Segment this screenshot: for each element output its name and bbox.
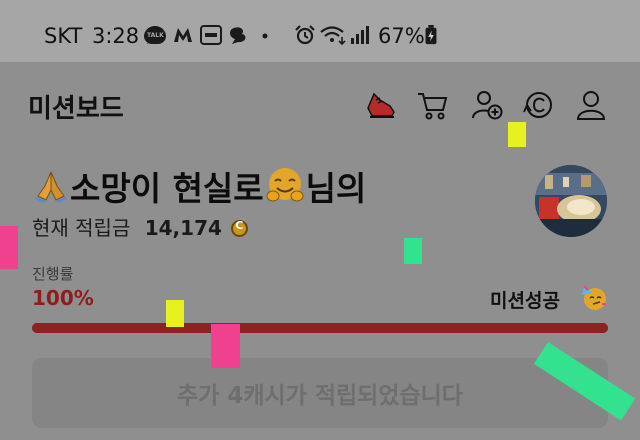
progress-bar	[32, 323, 608, 333]
wifi-icon	[320, 26, 346, 45]
talk-icon-label: TALK	[147, 32, 164, 39]
dot-icon	[262, 33, 268, 39]
coin-history-icon[interactable]	[522, 88, 556, 122]
balance-row: 현재 적립금 14,174	[32, 212, 249, 241]
carrier-label: SKT	[44, 24, 83, 48]
shoe-icon[interactable]	[364, 88, 398, 122]
talk-icon: TALK	[144, 25, 166, 45]
confetti-piece	[211, 324, 240, 368]
battery-percent: 67%	[378, 24, 425, 48]
clock: 3:28	[92, 24, 140, 48]
balance-amount: 14,174	[144, 216, 222, 240]
coin-icon	[231, 219, 249, 237]
reward-notice-button[interactable]: 추가 4캐시가 적립되었습니다	[32, 358, 608, 428]
user-greeting: 소망이 현실로 님의	[32, 162, 366, 210]
signal-icon	[351, 26, 369, 44]
progress-bar-fill	[32, 323, 608, 333]
avatar-image	[535, 165, 607, 237]
battery-icon	[425, 25, 437, 45]
cart-icon[interactable]	[416, 88, 450, 122]
hugging-face-icon	[266, 168, 304, 202]
confetti-piece	[404, 238, 422, 264]
confetti-piece	[508, 122, 526, 147]
party-face-icon	[582, 285, 606, 310]
user-name: 소망이 현실로	[70, 169, 264, 208]
alarm-icon	[295, 25, 315, 45]
progress-value: 100%	[32, 286, 94, 310]
profile-icon[interactable]	[574, 88, 608, 122]
praying-hands-icon	[35, 171, 67, 203]
notice-app-icon	[200, 25, 222, 45]
status-bar: SKT 3:28 TALK 67%	[0, 0, 640, 62]
avatar[interactable]	[535, 165, 607, 237]
confetti-piece	[166, 300, 184, 327]
m-app-icon	[174, 28, 192, 42]
page-title: 미션보드	[28, 94, 124, 124]
confetti-piece	[0, 226, 18, 269]
add-friend-icon[interactable]	[470, 88, 504, 122]
progress-label: 진행률	[32, 265, 74, 283]
cloud-app-icon	[230, 27, 246, 44]
user-suffix: 님의	[305, 169, 367, 208]
mission-status: 미션성공	[490, 290, 560, 312]
balance-label: 현재 적립금	[32, 216, 131, 240]
